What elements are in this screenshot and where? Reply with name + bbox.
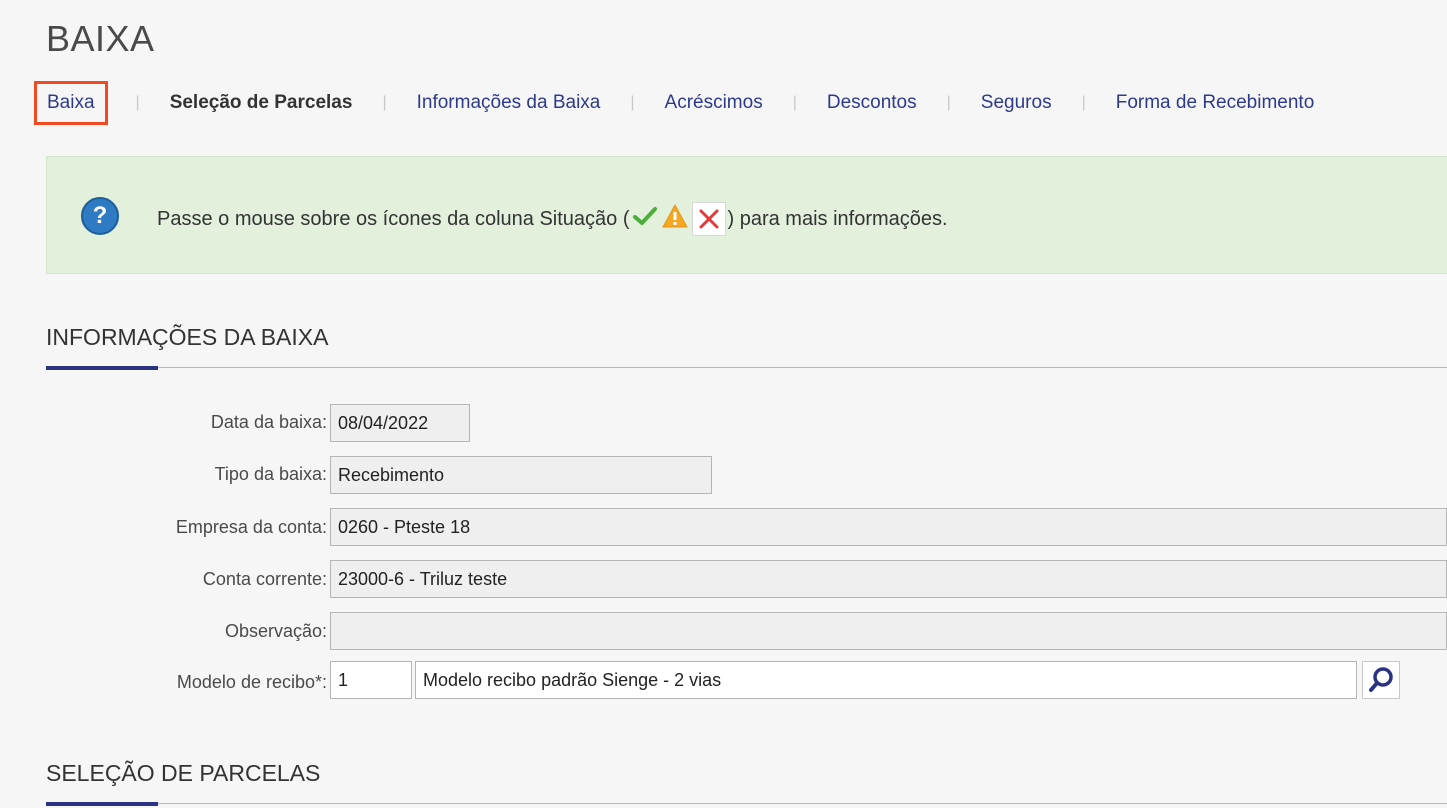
section-title-informacoes-baixa: INFORMAÇÕES DA BAIXA [46, 324, 329, 350]
empresa-conta-field[interactable]: 0260 - Pteste 18 [330, 508, 1447, 546]
check-icon[interactable] [632, 205, 658, 233]
section-accent [46, 366, 158, 370]
tab-seguros[interactable]: Seguros [979, 92, 1054, 114]
label-conta-corrente: Conta corrente: [202, 569, 327, 589]
label-modelo-recibo: Modelo de recibo*: [176, 672, 327, 692]
tab-forma-recebimento[interactable]: Forma de Recebimento [1114, 92, 1317, 114]
tab-acrescimos[interactable]: Acréscimos [663, 92, 765, 114]
tab-separator: | [630, 94, 635, 111]
data-baixa-field[interactable]: 08/04/2022 [330, 404, 470, 442]
label-tipo-baixa: Tipo da baixa: [214, 464, 327, 484]
tab-separator: | [1081, 94, 1086, 111]
tab-separator: | [135, 94, 140, 111]
label-empresa-conta: Empresa da conta: [175, 517, 327, 537]
tipo-baixa-field[interactable]: Recebimento [330, 456, 712, 494]
info-message: Passe o mouse sobre os ícones da coluna … [157, 202, 948, 236]
section-divider [46, 803, 1447, 804]
page: BAIXA Baixa | Seleção de Parcelas | Info… [0, 0, 1447, 808]
tab-selecao-parcelas[interactable]: Seleção de Parcelas [168, 92, 355, 114]
section-divider [46, 367, 1447, 368]
tab-separator: | [382, 94, 387, 111]
label-data-baixa: Data da baixa: [210, 412, 327, 432]
info-banner: ? Passe o mouse sobre os ícones da colun… [46, 156, 1447, 274]
tab-baixa[interactable]: Baixa [34, 81, 108, 125]
tab-descontos[interactable]: Descontos [825, 92, 919, 114]
section-accent [46, 802, 158, 806]
section-title-selecao-parcelas: SELEÇÃO DE PARCELAS [46, 760, 321, 786]
conta-corrente-field[interactable]: 23000-6 - Triluz teste [330, 560, 1447, 598]
tab-separator: | [792, 94, 797, 111]
modelo-recibo-description-field[interactable]: Modelo recibo padrão Sienge - 2 vias [415, 661, 1357, 699]
page-title: BAIXA [46, 18, 155, 59]
label-observacao: Observação: [224, 621, 327, 641]
observacao-field[interactable] [330, 612, 1447, 650]
warning-icon[interactable] [661, 203, 688, 234]
info-text-after: ) para mais informações. [727, 207, 948, 230]
modelo-recibo-search-button[interactable] [1362, 661, 1400, 699]
x-icon[interactable] [691, 202, 726, 236]
search-icon [1369, 667, 1393, 692]
tab-informacoes-baixa[interactable]: Informações da Baixa [415, 92, 603, 114]
question-icon: ? [81, 197, 119, 235]
info-text-before: Passe o mouse sobre os ícones da coluna … [157, 207, 630, 230]
modelo-recibo-code-field[interactable]: 1 [330, 661, 412, 699]
tab-bar: Baixa | Seleção de Parcelas | Informaçõe… [34, 78, 1316, 128]
tab-separator: | [946, 94, 951, 111]
